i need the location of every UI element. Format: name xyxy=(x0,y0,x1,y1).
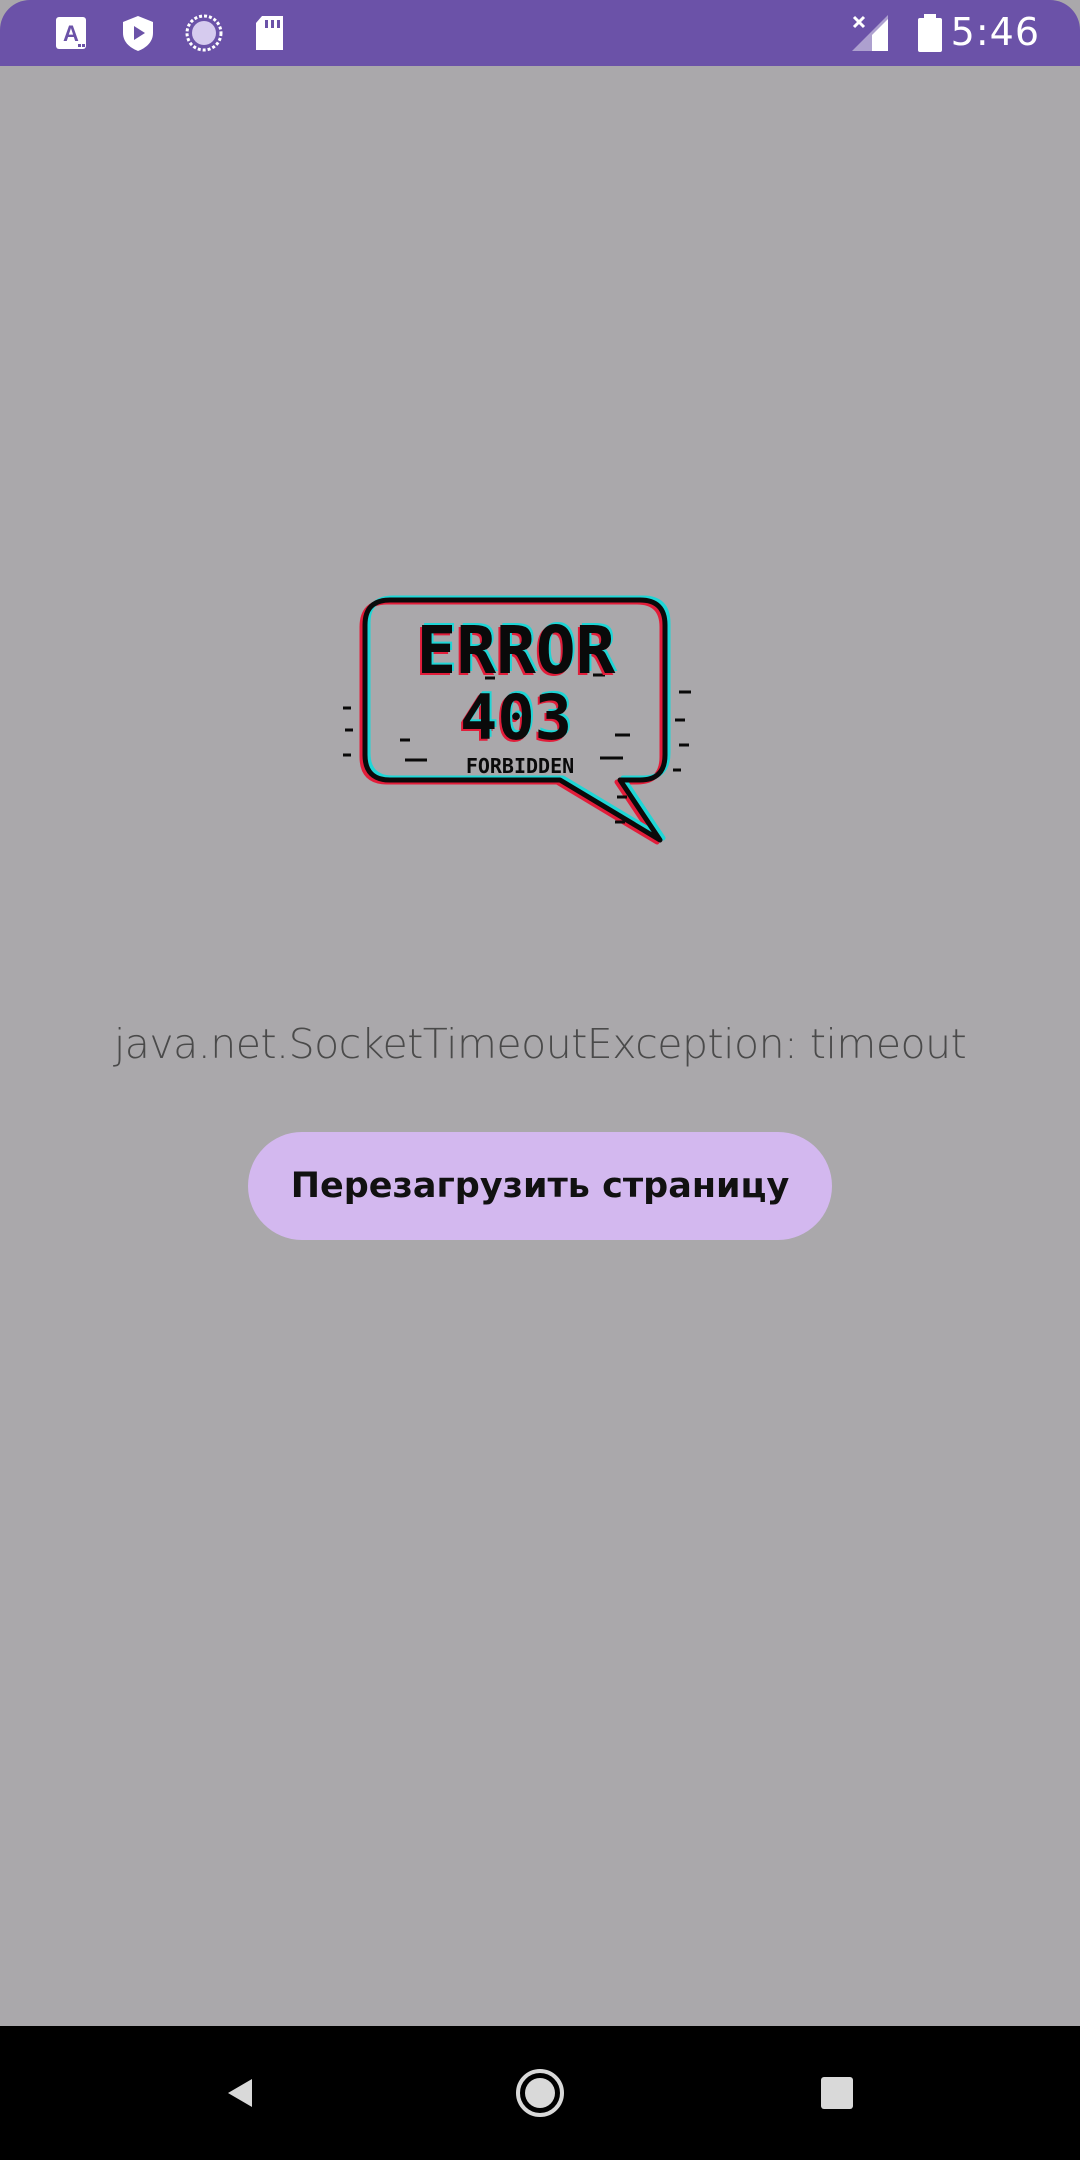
home-button[interactable] xyxy=(473,2026,607,2160)
forbidden-label: FORBIDDEN xyxy=(466,754,574,778)
error-message: java.net.SocketTimeoutException: timeout xyxy=(113,1020,967,1068)
home-icon xyxy=(516,2069,564,2117)
sd-card-icon xyxy=(256,16,283,50)
reload-page-button[interactable]: Перезагрузить страницу xyxy=(248,1132,832,1240)
recents-icon xyxy=(821,2077,853,2109)
navigation-bar xyxy=(0,2026,1080,2160)
battery-icon xyxy=(918,14,942,52)
status-bar: A 5:46 xyxy=(0,0,1080,66)
status-time: 5:46 xyxy=(950,10,1040,54)
no-signal-icon xyxy=(852,15,888,51)
loading-circle-icon xyxy=(185,14,223,52)
error-title: ERROR xyxy=(417,612,616,689)
svg-text:A: A xyxy=(63,21,79,46)
back-icon xyxy=(228,2079,252,2107)
a-icon: A xyxy=(56,17,86,49)
recents-button[interactable] xyxy=(770,2026,904,2160)
back-button[interactable] xyxy=(173,2026,307,2160)
error-403-illustration: ERROR ERROR ERROR 403 403 403 FORBIDDEN xyxy=(343,595,691,845)
shield-play-icon xyxy=(123,16,153,51)
error-code: 403 xyxy=(460,681,572,754)
